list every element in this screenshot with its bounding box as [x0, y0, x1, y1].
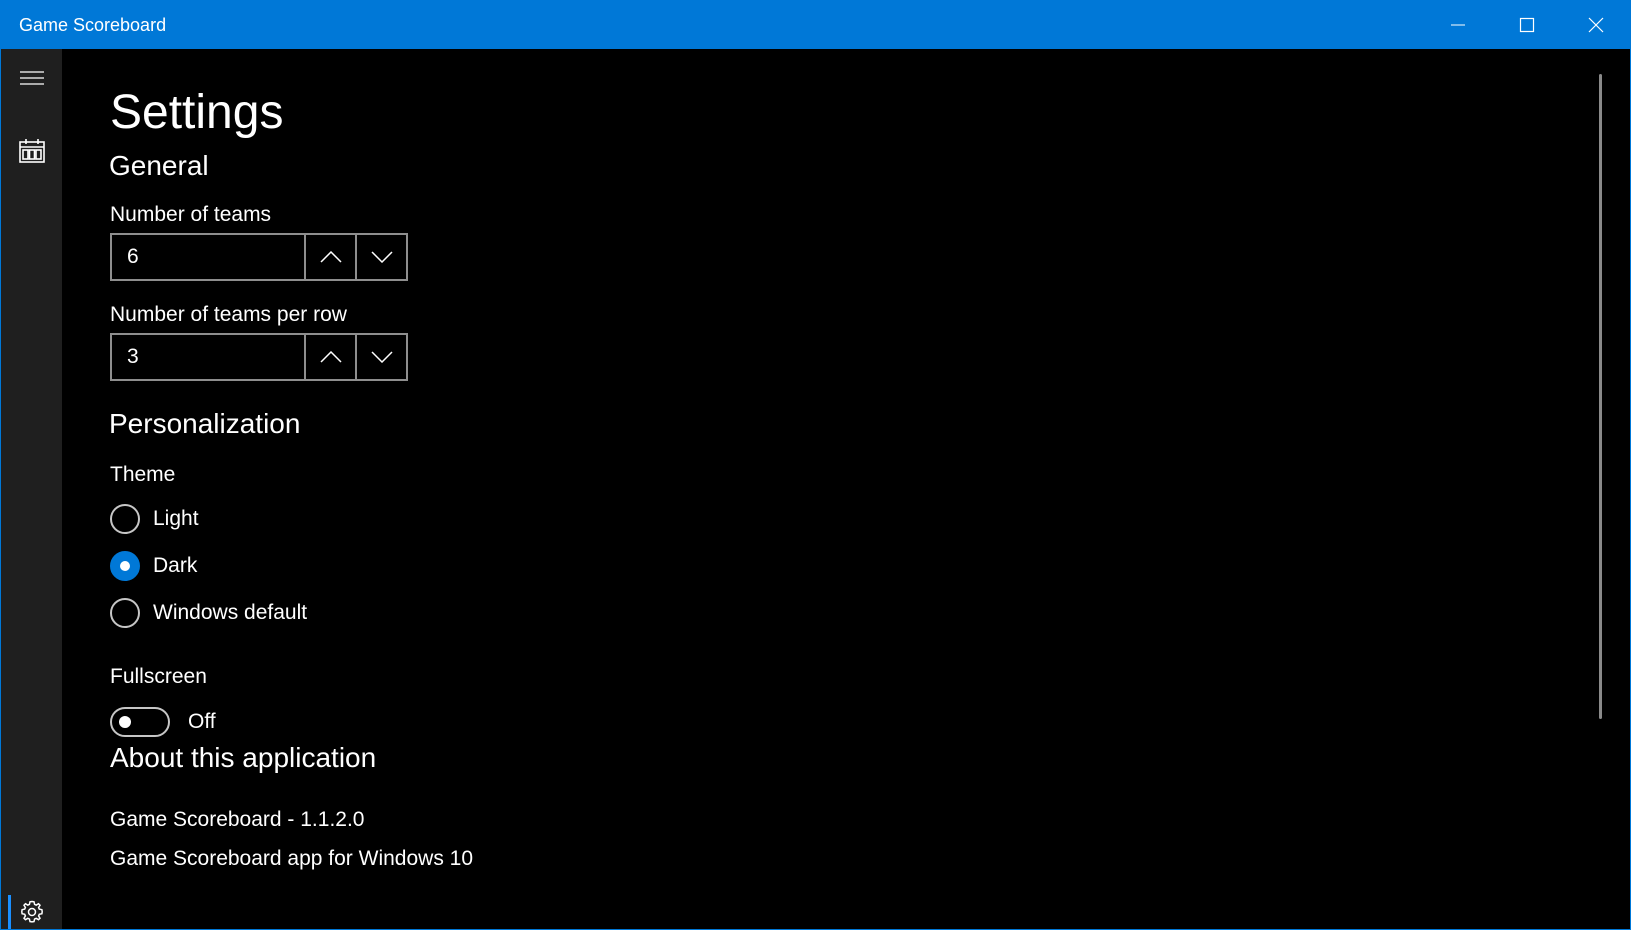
app-window: Game Scoreboard Settings General Number … — [0, 0, 1631, 930]
navigation-pane — [1, 49, 62, 929]
teams-per-row-decrement-button[interactable] — [355, 335, 406, 379]
toggle-state-label: Off — [188, 710, 216, 733]
teams-input[interactable]: 6 — [112, 235, 304, 279]
chevron-up-icon — [319, 351, 342, 363]
close-button[interactable] — [1561, 1, 1630, 49]
hamburger-icon — [19, 71, 44, 85]
radio-label: Windows default — [153, 601, 308, 624]
radio-circle[interactable] — [110, 504, 140, 534]
toggle-knob — [119, 716, 131, 728]
window-title: Game Scoreboard — [19, 15, 167, 35]
maximize-button[interactable] — [1492, 1, 1561, 49]
theme-label: Theme — [110, 463, 176, 486]
about-heading: About this application — [110, 742, 377, 773]
title-bar[interactable]: Game Scoreboard — [1, 1, 1630, 49]
close-icon — [1588, 17, 1603, 33]
teams-number-box: 6 — [110, 233, 408, 281]
personalization-heading: Personalization — [109, 408, 301, 439]
theme-radio-dark[interactable]: Dark — [110, 549, 197, 583]
theme-radio-windows-default[interactable]: Windows default — [110, 596, 307, 630]
radio-label: Light — [153, 507, 199, 530]
scoreboard-icon — [18, 139, 45, 163]
teams-per-row-input[interactable]: 3 — [112, 335, 304, 379]
teams-increment-button[interactable] — [304, 235, 355, 279]
nav-item-settings[interactable] — [1, 885, 62, 929]
fullscreen-label: Fullscreen — [110, 665, 207, 688]
gear-icon — [20, 900, 43, 923]
vertical-scrollbar[interactable] — [1599, 74, 1602, 719]
maximize-icon — [1519, 17, 1534, 33]
radio-circle-selected[interactable] — [110, 551, 140, 581]
chevron-up-icon — [319, 251, 342, 263]
teams-decrement-button[interactable] — [355, 235, 406, 279]
fullscreen-toggle-switch[interactable]: Off — [110, 707, 216, 737]
teams-per-row-number-box: 3 — [110, 333, 408, 381]
teams-label: Number of teams — [110, 203, 272, 226]
chevron-down-icon — [370, 351, 393, 363]
radio-circle[interactable] — [110, 598, 140, 628]
page-title: Settings — [110, 86, 284, 139]
teams-per-row-label: Number of teams per row — [110, 303, 347, 326]
radio-label: Dark — [153, 554, 198, 577]
nav-item-scoreboard[interactable] — [1, 124, 62, 178]
toggle-track[interactable] — [110, 707, 170, 737]
settings-page: Settings General Number of teams 6 Numbe… — [62, 49, 1630, 929]
theme-radio-light[interactable]: Light — [110, 502, 199, 536]
chevron-down-icon — [370, 251, 393, 263]
hamburger-menu-button[interactable] — [1, 51, 62, 105]
minimize-button[interactable] — [1423, 1, 1492, 49]
version-text: Game Scoreboard - 1.1.2.0 — [110, 808, 365, 831]
minimize-icon — [1450, 24, 1465, 26]
description-text: Game Scoreboard app for Windows 10 — [110, 847, 474, 870]
general-heading: General — [109, 150, 209, 181]
teams-per-row-increment-button[interactable] — [304, 335, 355, 379]
